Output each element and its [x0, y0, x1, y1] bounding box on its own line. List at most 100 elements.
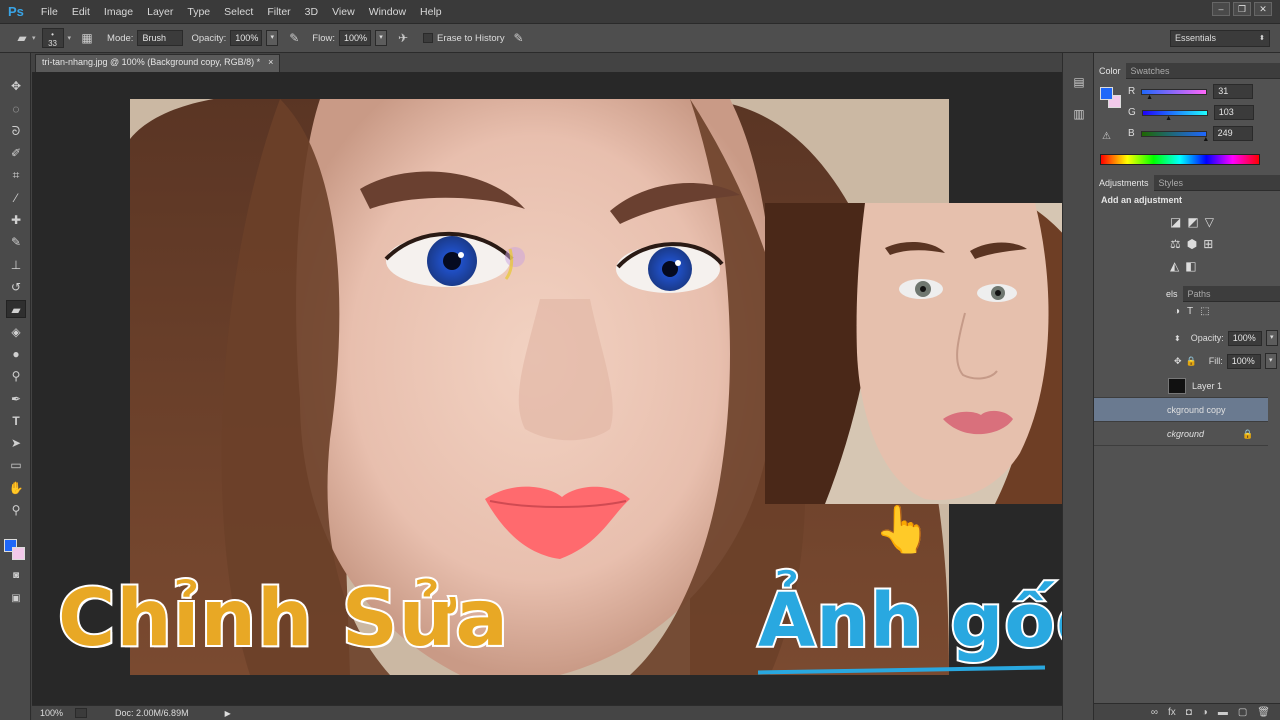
- menu-help[interactable]: Help: [413, 0, 449, 24]
- type-tool-icon[interactable]: T: [6, 412, 26, 430]
- add-mask-icon[interactable]: ◘: [1186, 707, 1192, 718]
- photo-filter-icon[interactable]: ⬢: [1187, 237, 1197, 251]
- link-layers-icon[interactable]: ∞: [1151, 707, 1158, 718]
- tab-layers[interactable]: els: [1094, 285, 1183, 302]
- blur-tool-icon[interactable]: ●: [6, 345, 26, 363]
- layer-row[interactable]: ckground 🔒: [1094, 422, 1268, 446]
- menu-image[interactable]: Image: [97, 0, 140, 24]
- threshold-icon[interactable]: ◧: [1185, 259, 1196, 273]
- color-foreground-swatch[interactable]: [1100, 87, 1113, 100]
- workspace-switcher[interactable]: Essentials ⬍: [1170, 30, 1270, 47]
- hand-tool-icon[interactable]: ✋: [6, 479, 26, 497]
- menu-filter[interactable]: Filter: [260, 0, 297, 24]
- layer-opacity-input[interactable]: 100%: [1227, 330, 1262, 346]
- opacity-input[interactable]: 100%: [230, 30, 263, 46]
- marquee-tool-icon[interactable]: ◌: [6, 100, 26, 118]
- flow-dropdown-icon[interactable]: ▾: [375, 30, 387, 46]
- restore-button[interactable]: ❐: [1233, 2, 1251, 16]
- green-slider-thumb-icon[interactable]: ▲: [1165, 115, 1172, 122]
- healing-brush-tool-icon[interactable]: ✚: [6, 211, 26, 229]
- layer-style-icon[interactable]: fx: [1168, 707, 1176, 718]
- menu-select[interactable]: Select: [217, 0, 260, 24]
- menu-view[interactable]: View: [325, 0, 362, 24]
- dodge-tool-icon[interactable]: ⚲: [6, 367, 26, 385]
- tab-paths[interactable]: Paths: [1183, 286, 1216, 302]
- red-slider-thumb-icon[interactable]: ▲: [1146, 94, 1153, 101]
- move-tool-icon[interactable]: ✥: [6, 77, 26, 95]
- tab-swatches[interactable]: Swatches: [1126, 63, 1175, 79]
- pressure-size-icon[interactable]: ✎: [509, 29, 529, 47]
- gradient-adjustment-icon[interactable]: ▽: [1205, 215, 1214, 229]
- curves-adjustment-icon[interactable]: ◪: [1170, 215, 1181, 229]
- layer-fill-dropdown-icon[interactable]: ▾: [1264, 353, 1277, 369]
- brush-panel-toggle-icon[interactable]: ▦: [77, 29, 97, 47]
- lock-transparency-icon[interactable]: ✥: [1174, 356, 1182, 367]
- menu-type[interactable]: Type: [180, 0, 217, 24]
- green-value-input[interactable]: 103: [1213, 105, 1254, 120]
- color-balance-icon[interactable]: ⚖: [1170, 237, 1181, 251]
- gamut-warning-icon[interactable]: ⚠: [1102, 131, 1111, 142]
- eyedropper-tool-icon[interactable]: ⁄: [6, 189, 26, 207]
- erase-to-history-checkbox[interactable]: [423, 33, 433, 43]
- screen-mode-icon[interactable]: ▣: [6, 590, 26, 608]
- history-brush-tool-icon[interactable]: ↺: [6, 278, 26, 296]
- background-color-swatch[interactable]: [12, 547, 25, 560]
- blue-value-input[interactable]: 249: [1212, 126, 1253, 141]
- blue-slider-thumb-icon[interactable]: ▲: [1202, 136, 1209, 143]
- filter-adjustment-icon[interactable]: ◑: [1174, 306, 1180, 317]
- tab-adjustments[interactable]: Adjustments: [1094, 174, 1154, 191]
- color-spectrum-ramp[interactable]: [1100, 154, 1260, 165]
- status-menu-arrow-icon[interactable]: ▶: [225, 709, 231, 718]
- posterize-icon[interactable]: ◭: [1170, 259, 1179, 273]
- brush-tool-icon[interactable]: ✎: [6, 233, 26, 251]
- menu-edit[interactable]: Edit: [65, 0, 97, 24]
- close-button[interactable]: ✕: [1254, 2, 1272, 16]
- pen-tool-icon[interactable]: ✒: [6, 390, 26, 408]
- zoom-tool-icon[interactable]: ⚲: [6, 501, 26, 519]
- filter-type-icon[interactable]: T: [1187, 306, 1193, 317]
- document-tab-close-icon[interactable]: ×: [268, 57, 273, 70]
- zoom-level[interactable]: 100%: [40, 708, 63, 718]
- new-layer-icon[interactable]: ▢: [1238, 707, 1247, 718]
- opacity-dropdown-icon[interactable]: ▾: [266, 30, 279, 46]
- layer-opacity-dropdown-icon[interactable]: ▾: [1265, 330, 1278, 346]
- shape-tool-icon[interactable]: ▭: [6, 456, 26, 474]
- menu-file[interactable]: File: [34, 0, 65, 24]
- airbrush-icon[interactable]: ✈: [393, 29, 413, 47]
- new-adjustment-layer-icon[interactable]: ◑: [1202, 707, 1208, 718]
- layer-fill-input[interactable]: 100%: [1226, 353, 1261, 369]
- tab-color[interactable]: Color: [1094, 62, 1126, 79]
- pressure-opacity-icon[interactable]: ✎: [284, 29, 304, 47]
- green-slider[interactable]: ▲: [1141, 109, 1208, 122]
- blue-slider[interactable]: ▲: [1140, 130, 1209, 143]
- menu-layer[interactable]: Layer: [140, 0, 180, 24]
- tab-styles[interactable]: Styles: [1154, 175, 1189, 191]
- lasso-tool-icon[interactable]: ᘐ: [6, 122, 26, 140]
- lock-all-icon[interactable]: 🔒: [1186, 356, 1197, 367]
- minimize-button[interactable]: –: [1212, 2, 1230, 16]
- path-select-tool-icon[interactable]: ➤: [6, 434, 26, 452]
- blend-mode-arrow-icon[interactable]: ⬍: [1174, 334, 1181, 343]
- filter-shape-icon[interactable]: ⬚: [1200, 306, 1209, 317]
- mode-select[interactable]: Brush: [137, 30, 184, 46]
- delete-layer-icon[interactable]: 🗑: [1257, 707, 1270, 718]
- clone-stamp-tool-icon[interactable]: ⊥: [6, 256, 26, 274]
- document-tab[interactable]: tri-tan-nhang.jpg @ 100% (Background cop…: [35, 54, 281, 72]
- properties-panel-icon[interactable]: ▥: [1071, 107, 1087, 123]
- menu-window[interactable]: Window: [362, 0, 413, 24]
- new-group-icon[interactable]: ▬: [1218, 707, 1228, 718]
- brush-dropdown-arrow-icon[interactable]: ▾: [68, 34, 72, 42]
- eraser-preset-icon[interactable]: ▰: [12, 29, 32, 47]
- exposure-adjustment-icon[interactable]: ◩: [1187, 215, 1198, 229]
- channel-mixer-icon[interactable]: ⊞: [1203, 237, 1213, 251]
- layer-row[interactable]: Layer 1: [1094, 374, 1268, 398]
- red-slider[interactable]: ▲: [1141, 88, 1208, 101]
- brush-size-picker[interactable]: • 33 ▾: [41, 28, 72, 48]
- layer-row-selected[interactable]: ckground copy: [1094, 398, 1268, 422]
- preset-dropdown-arrow-icon[interactable]: ▾: [32, 34, 36, 42]
- quick-mask-icon[interactable]: ◙: [6, 567, 26, 585]
- crop-tool-icon[interactable]: ⌗: [6, 166, 26, 184]
- quick-select-tool-icon[interactable]: ✐: [6, 144, 26, 162]
- status-info-icon[interactable]: [75, 708, 88, 718]
- history-panel-icon[interactable]: ▤: [1071, 75, 1087, 91]
